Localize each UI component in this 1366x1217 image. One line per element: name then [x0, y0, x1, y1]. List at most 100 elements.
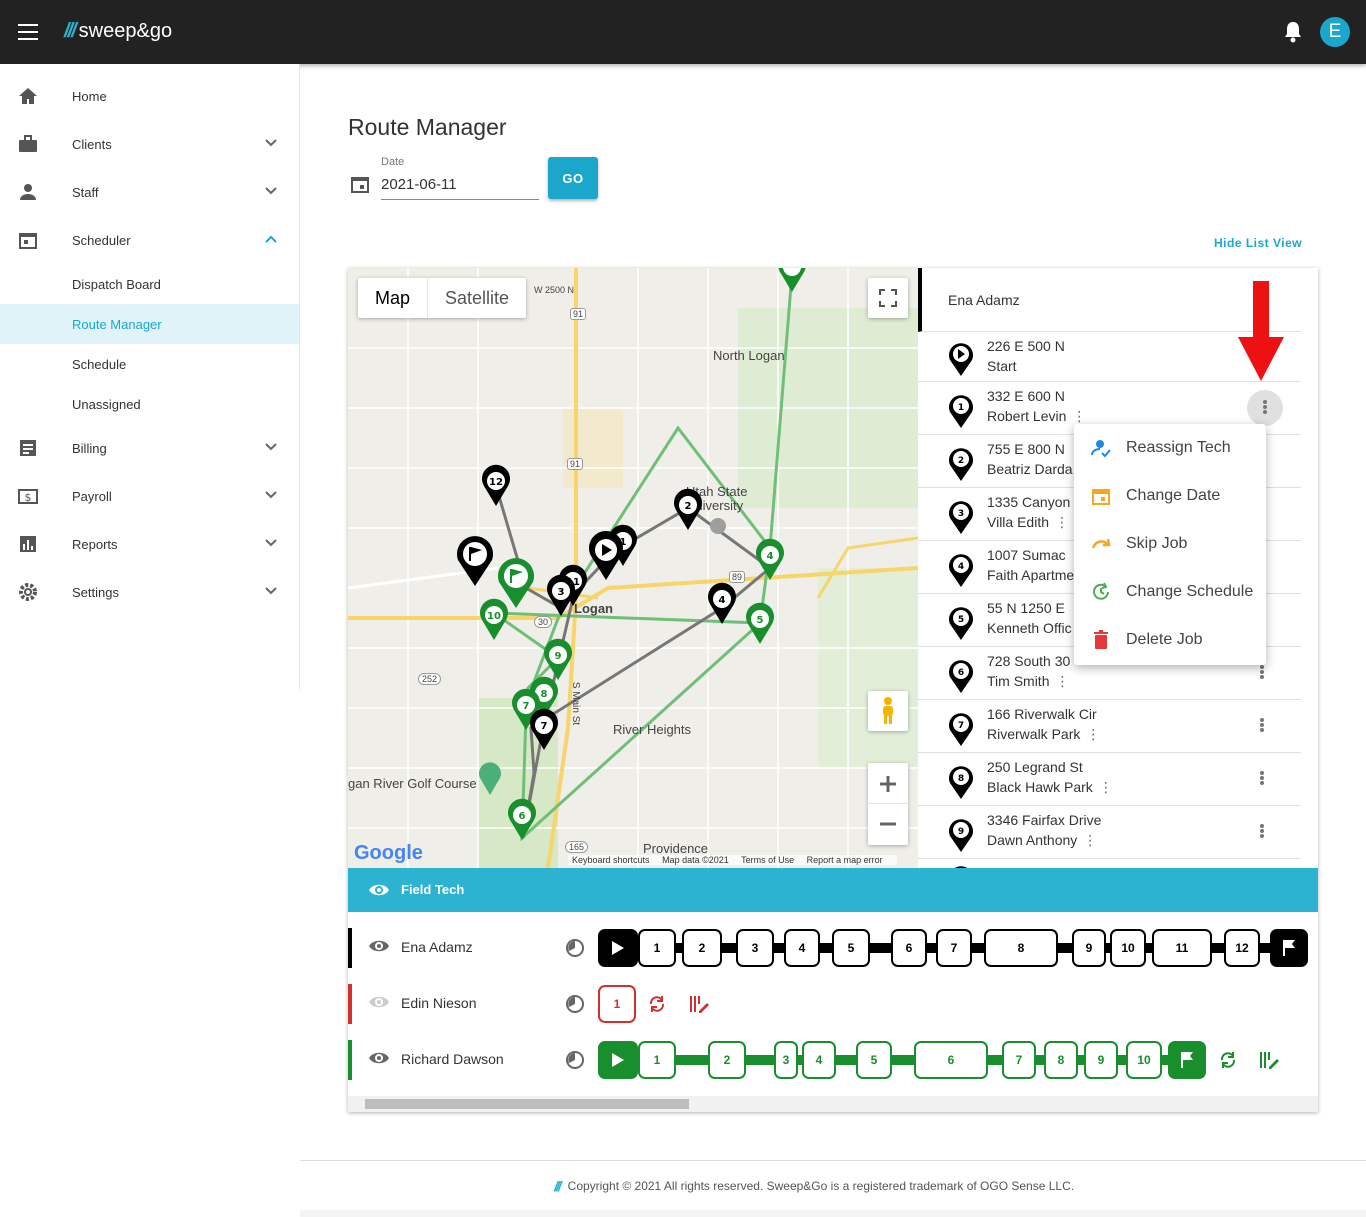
map-pin-green-6[interactable]: 6 [508, 798, 536, 840]
eye-icon[interactable] [368, 994, 390, 1010]
map-pin-black-4[interactable]: 4 [708, 582, 736, 624]
route-stop-chip[interactable]: 2 [708, 1041, 746, 1079]
route-stop-chip[interactable]: 4 [784, 929, 820, 967]
sidebar-item-billing[interactable]: Billing [0, 428, 299, 468]
more-vert-icon[interactable] [1259, 770, 1265, 788]
eye-icon[interactable] [368, 938, 390, 954]
route-stop-chip[interactable]: 7 [936, 929, 972, 967]
zoom-in-button[interactable] [868, 764, 908, 804]
optimize-refresh-icon[interactable] [647, 994, 667, 1014]
route-stop-chip[interactable]: 11 [1152, 929, 1212, 967]
route-stop-chip[interactable]: 6 [891, 929, 927, 967]
date-input[interactable]: 2021-06-11 [381, 174, 539, 200]
map-pin-finish-green[interactable] [498, 558, 534, 608]
map-pin-green-10[interactable]: 10 [480, 598, 508, 640]
sidebar-subitem-schedule[interactable]: Schedule [0, 344, 299, 384]
hide-list-view-link[interactable]: Hide List View [1214, 236, 1302, 250]
map-pin-green-4[interactable]: 4 [756, 538, 784, 580]
list-item[interactable] [918, 859, 1301, 868]
more-vert-icon[interactable]: ⋮ [1083, 832, 1097, 849]
notifications-bell-icon[interactable] [1282, 20, 1304, 44]
eye-icon[interactable] [368, 882, 390, 898]
route-end-chip[interactable] [1168, 1041, 1206, 1079]
route-stop-chip[interactable]: 6 [914, 1041, 988, 1079]
zoom-out-button[interactable] [868, 804, 908, 844]
sidebar-item-reports[interactable]: Reports [0, 524, 299, 564]
route-stop-chip[interactable]: 1 [598, 985, 636, 1023]
map-pin-black-3[interactable]: 3 [547, 574, 575, 616]
list-item[interactable]: 7 166 Riverwalk Cir Riverwalk Park ⋮ [918, 700, 1301, 753]
report-error-link[interactable]: Report a map error [807, 855, 883, 865]
route-stop-chip[interactable]: 10 [1126, 1041, 1162, 1079]
map-tab-map[interactable]: Map [358, 278, 427, 318]
route-stop-chip[interactable]: 1 [638, 929, 676, 967]
map-pin-black-12[interactable]: 12 [482, 464, 510, 506]
route-stop-chip[interactable]: 9 [1072, 929, 1106, 967]
route-stop-chip[interactable]: 5 [832, 929, 870, 967]
map-pin-start[interactable] [589, 531, 623, 580]
sidebar-subitem-route-manager[interactable]: Route Manager [0, 304, 299, 344]
sidebar-item-scheduler[interactable]: Scheduler [0, 220, 299, 260]
route-stop-chip[interactable]: 4 [802, 1041, 836, 1079]
map-pin-green-5[interactable]: 5 [746, 602, 774, 644]
calendar-icon[interactable] [350, 174, 370, 194]
timer-icon[interactable] [565, 994, 585, 1014]
route-start-chip[interactable] [598, 1041, 638, 1079]
map-pin-black-7[interactable]: 7 [530, 708, 558, 750]
menu-item-change-schedule[interactable]: Change Schedule [1074, 568, 1266, 616]
more-vert-icon[interactable]: ⋮ [1086, 726, 1100, 743]
sidebar-subitem-dispatch-board[interactable]: Dispatch Board [0, 264, 299, 304]
map-tab-satellite[interactable]: Satellite [427, 278, 526, 318]
keyboard-shortcuts-link[interactable]: Keyboard shortcuts [572, 855, 650, 865]
sidebar-item-home[interactable]: Home [0, 76, 299, 116]
sidebar-item-staff[interactable]: Staff [0, 172, 299, 212]
route-stop-chip[interactable]: 7 [1002, 1041, 1036, 1079]
route-stop-chip[interactable]: 9 [1084, 1041, 1118, 1079]
list-item[interactable]: 8 250 Legrand St Black Hawk Park ⋮ [918, 753, 1301, 806]
route-stop-chip[interactable]: 8 [1044, 1041, 1078, 1079]
more-vert-icon[interactable]: ⋮ [1072, 408, 1086, 425]
more-vert-icon[interactable] [1259, 823, 1265, 841]
horizontal-scrollbar[interactable] [348, 1096, 1318, 1112]
user-avatar[interactable]: E [1320, 17, 1350, 47]
map-pin-green-2[interactable] [778, 268, 806, 292]
route-stop-chip[interactable]: 3 [736, 929, 774, 967]
map-pin-green-9[interactable]: 9 [544, 638, 572, 680]
route-start-chip[interactable] [598, 929, 638, 967]
eye-icon[interactable] [368, 1050, 390, 1066]
list-item[interactable]: 9 3346 Fairfax Drive Dawn Anthony ⋮ [918, 806, 1301, 859]
route-stop-chip[interactable]: 12 [1224, 929, 1260, 967]
edit-route-icon[interactable] [688, 994, 710, 1014]
timer-icon[interactable] [565, 938, 585, 958]
go-button[interactable]: GO [548, 157, 598, 199]
route-stop-chip[interactable]: 10 [1110, 929, 1146, 967]
fullscreen-button[interactable] [868, 278, 908, 318]
terms-link[interactable]: Terms of Use [741, 855, 794, 865]
map-pin-black-2[interactable]: 2 [674, 488, 702, 530]
sidebar-item-clients[interactable]: Clients [0, 124, 299, 164]
google-logo[interactable]: Google [354, 842, 423, 865]
menu-item-skip-job[interactable]: Skip Job [1074, 520, 1266, 568]
menu-item-change-date[interactable]: Change Date [1074, 472, 1266, 520]
more-vert-icon[interactable] [1259, 717, 1265, 735]
scrollbar-thumb[interactable] [365, 1099, 689, 1109]
sidebar-item-settings[interactable]: Settings [0, 572, 299, 612]
more-vert-icon[interactable]: ⋮ [1055, 673, 1069, 690]
route-stop-chip[interactable]: 5 [856, 1041, 892, 1079]
route-stop-chip[interactable]: 3 [774, 1041, 798, 1079]
route-end-chip[interactable] [1270, 929, 1308, 967]
street-view-pegman[interactable] [868, 691, 908, 731]
sidebar-subitem-unassigned[interactable]: Unassigned [0, 384, 299, 424]
menu-item-delete-job[interactable]: Delete Job [1074, 616, 1266, 664]
more-vert-icon[interactable]: ⋮ [1055, 514, 1069, 531]
edit-route-icon[interactable] [1258, 1050, 1280, 1070]
optimize-refresh-icon[interactable] [1218, 1050, 1238, 1070]
route-map[interactable]: North Logan Utah State University River … [348, 268, 918, 868]
more-vert-icon[interactable] [1259, 664, 1265, 682]
route-stop-chip[interactable]: 8 [984, 929, 1058, 967]
menu-icon[interactable] [18, 24, 38, 40]
more-vert-button-active[interactable] [1247, 390, 1283, 426]
timer-icon[interactable] [565, 1050, 585, 1070]
map-pin-finish-black[interactable] [457, 536, 493, 586]
sidebar-item-payroll[interactable]: $ Payroll [0, 476, 299, 516]
